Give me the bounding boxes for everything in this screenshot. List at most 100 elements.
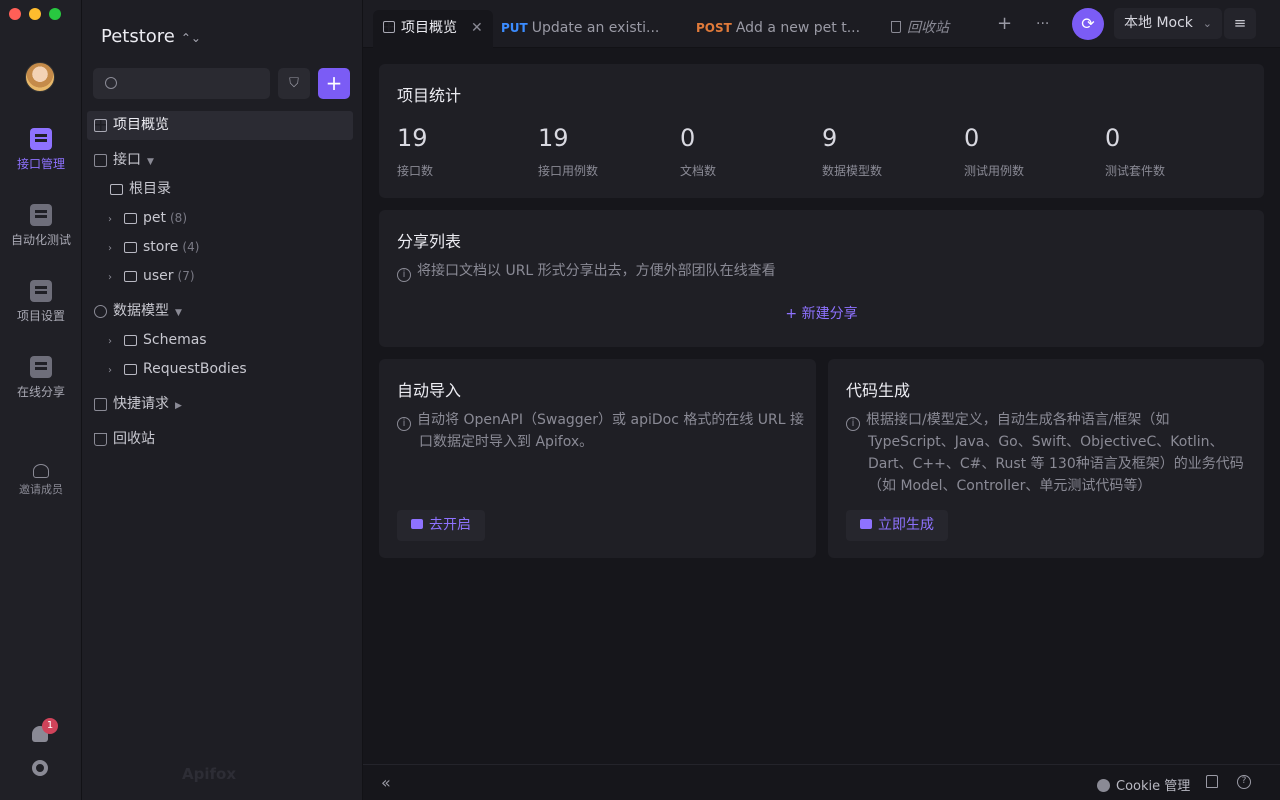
info-icon: i <box>397 268 411 282</box>
tree-item-recycle-bin[interactable]: 回收站 <box>82 425 363 454</box>
rail-item-project-settings[interactable]: 项目设置 <box>0 280 82 324</box>
stat-item: 19 接口数 <box>397 124 433 179</box>
invite-member-label: 邀请成员 <box>19 483 63 496</box>
add-button[interactable]: + <box>318 68 350 99</box>
filter-icon: ⛉ <box>289 76 299 91</box>
stat-value: 9 <box>822 124 838 152</box>
caret-down-icon: ▼ <box>147 157 154 167</box>
stat-item: 9 数据模型数 <box>822 124 882 179</box>
project-name: Petstore <box>101 26 175 47</box>
caret-right-icon: ▶ <box>175 401 182 411</box>
folder-icon <box>124 241 137 253</box>
folder-count: (4) <box>182 240 200 254</box>
grid-icon <box>94 118 107 132</box>
tree-section-api[interactable]: 接口 ▼ <box>82 146 363 175</box>
hint-line: TypeScript、Java、Go、Swift、ObjectiveC、Kotl… <box>868 434 1224 450</box>
tab-label: Add a new pet t... <box>735 20 861 36</box>
tree-section-models[interactable]: 数据模型 ▼ <box>82 297 363 326</box>
sync-button[interactable]: ⟳ <box>1072 8 1104 40</box>
invite-member-button[interactable]: 邀请成员 <box>0 464 82 497</box>
rail-item-label: 项目设置 <box>16 309 65 323</box>
grid-icon <box>383 21 395 33</box>
hint-line: i 自动将 OpenAPI（Swagger）或 apiDoc 格式的在线 URL … <box>397 409 807 431</box>
avatar[interactable] <box>25 62 55 92</box>
theme-icon[interactable] <box>1206 775 1218 788</box>
menu-button[interactable]: ≡ <box>1224 8 1256 39</box>
stat-item: 0 测试用例数 <box>964 124 1024 179</box>
environment-select[interactable]: 本地 Mock ⌄ <box>1114 8 1222 39</box>
rail-item-api-manage[interactable]: 接口管理 <box>0 128 82 172</box>
gear-icon[interactable] <box>32 760 48 776</box>
folder-name: RequestBodies <box>143 361 247 377</box>
tree-item-folder[interactable]: › store (4) <box>82 233 363 262</box>
tree-item-folder[interactable]: › RequestBodies <box>82 355 363 384</box>
card-title: 代码生成 <box>846 381 911 400</box>
stat-label: 接口用例数 <box>538 164 599 178</box>
close-window-button[interactable] <box>9 8 21 20</box>
data-model-icon <box>94 304 107 318</box>
add-user-icon <box>33 464 49 478</box>
plus-icon: + <box>325 71 343 95</box>
folder-icon <box>124 270 137 282</box>
tree-item-folder[interactable]: › user (7) <box>82 262 363 291</box>
folder-name: Schemas <box>143 332 207 348</box>
new-tab-button[interactable]: + <box>997 14 1012 34</box>
cookie-label: Cookie 管理 <box>1116 779 1191 794</box>
rail-item-automation[interactable]: 自动化测试 <box>0 204 82 248</box>
hint-line: 口数据定时导入到 Apifox。 <box>419 434 594 450</box>
menu-icon: ≡ <box>1233 14 1247 32</box>
stat-value: 0 <box>964 124 980 152</box>
tab-post-add[interactable]: POST Add a new pet t... <box>696 10 860 48</box>
tree-item-folder[interactable]: › pet (8) <box>82 204 363 233</box>
search-icon <box>105 77 117 89</box>
enable-auto-import-button[interactable]: 去开启 <box>397 510 485 541</box>
new-share-button[interactable]: + 新建分享 <box>379 303 1264 323</box>
tab-overview[interactable]: 项目概览 ✕ <box>373 10 493 48</box>
chevron-right-icon: › <box>108 272 112 283</box>
project-settings-icon <box>30 280 52 302</box>
rail-item-label: 自动化测试 <box>10 233 71 247</box>
tab-label: 项目概览 <box>401 20 457 36</box>
help-icon[interactable]: ? <box>1237 775 1251 789</box>
tree-item-folder[interactable]: › Schemas <box>82 326 363 355</box>
tree-item-label: 回收站 <box>113 431 155 447</box>
apifox-watermark: Apifox <box>182 765 236 783</box>
trash-icon <box>94 432 107 446</box>
tab-put-update[interactable]: PUT Update an existi... <box>501 10 659 48</box>
tab-recycle-bin[interactable]: 回收站 <box>891 10 949 48</box>
stat-item: 19 接口用例数 <box>538 124 598 179</box>
folder-icon <box>124 363 137 375</box>
close-icon[interactable]: ✕ <box>471 20 483 36</box>
auto-import-card: 自动导入 i 自动将 OpenAPI（Swagger）或 apiDoc 格式的在线… <box>379 359 816 558</box>
share-hint: i 将接口文档以 URL 形式分享出去，方便外部团队在线查看 <box>397 260 776 282</box>
more-tabs-button[interactable]: ··· <box>1036 14 1049 34</box>
project-switcher[interactable]: Petstore ⌃⌄ <box>101 26 201 47</box>
collapse-sidebar-button[interactable]: « <box>381 773 391 792</box>
search-input[interactable] <box>93 68 270 99</box>
button-label: 立即生成 <box>878 517 934 533</box>
chevron-right-icon: › <box>108 336 112 347</box>
info-icon: i <box>846 417 860 431</box>
tree-section-quick-request[interactable]: 快捷请求 ▶ <box>82 390 363 419</box>
info-icon: i <box>397 417 411 431</box>
sync-icon: ⟳ <box>1081 14 1095 33</box>
generate-code-button[interactable]: 立即生成 <box>846 510 948 541</box>
method-badge: POST <box>696 21 732 35</box>
auto-import-hint: i 自动将 OpenAPI（Swagger）或 apiDoc 格式的在线 URL … <box>397 409 807 453</box>
hint-line: i 根据接口/模型定义，自动生成各种语言/框架（如 <box>846 409 1256 431</box>
online-share-icon <box>30 356 52 378</box>
filter-button[interactable]: ⛉ <box>278 68 310 99</box>
minimize-window-button[interactable] <box>29 8 41 20</box>
chevron-right-icon: › <box>108 214 112 225</box>
maximize-window-button[interactable] <box>49 8 61 20</box>
tree-item-overview[interactable]: 项目概览 <box>87 111 353 140</box>
tree-item-root[interactable]: 根目录 <box>82 175 363 204</box>
notification-badge: 1 <box>42 718 58 734</box>
card-title: 分享列表 <box>397 232 462 251</box>
environment-name: 本地 Mock <box>1124 15 1193 31</box>
more-icon: ··· <box>1036 16 1050 32</box>
cookie-manage-button[interactable]: Cookie 管理 <box>1097 775 1190 794</box>
terminal-icon <box>860 519 872 529</box>
rail-item-online-share[interactable]: 在线分享 <box>0 356 82 400</box>
tab-label: Update an existi... <box>531 20 660 36</box>
